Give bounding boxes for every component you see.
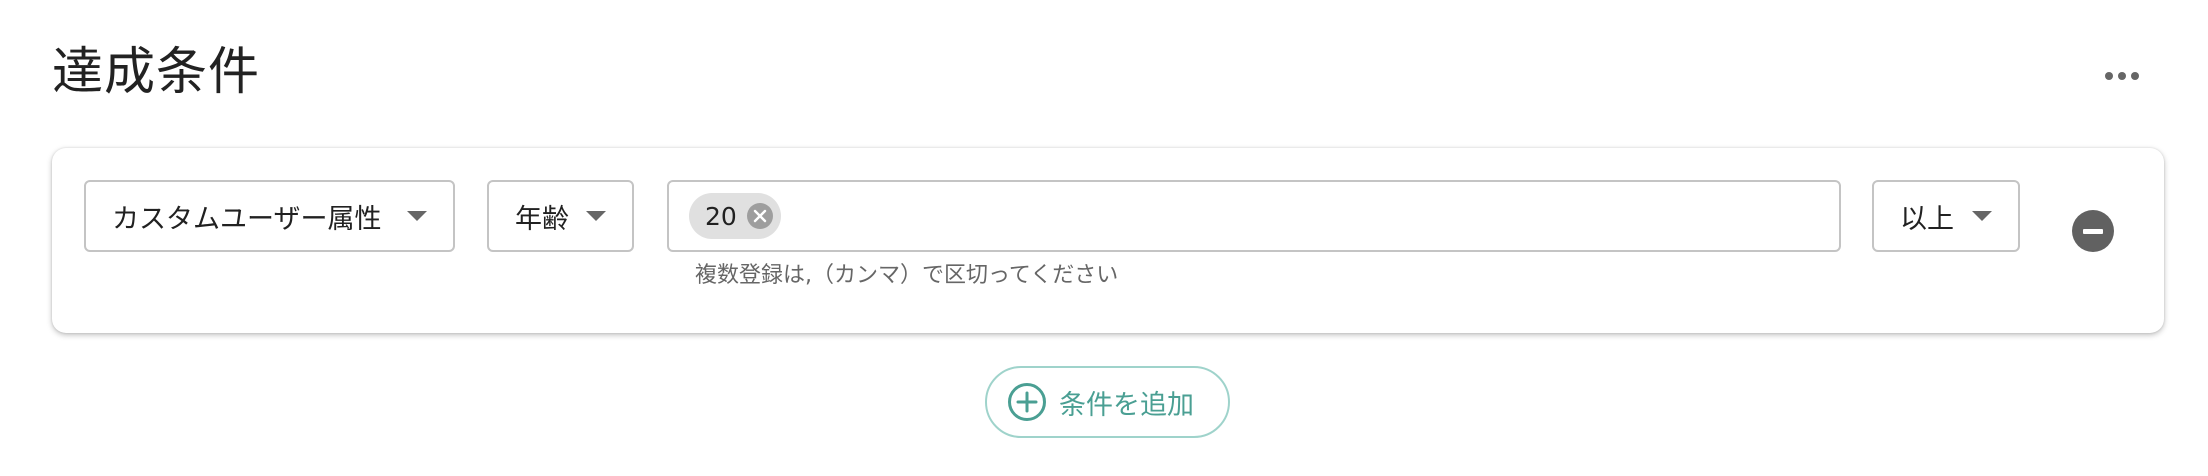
chip-delete-icon[interactable] [746,203,773,229]
operator-select-value: 以上 [1900,203,1954,235]
attribute-select-value: カスタムユーザー属性 [112,203,382,235]
more-horizontal-icon [2105,72,2113,80]
value-chip-input[interactable]: 20 [667,180,1841,252]
more-options-button[interactable] [2098,52,2146,100]
value-chip: 20 [689,193,781,239]
add-circle-outline-icon [1008,383,1046,421]
section-title: 達成条件 [52,43,261,102]
condition-card: カスタムユーザー属性 年齢 20 複数登録は,（カンマ）で区切ってください 以上 [52,148,2164,333]
achievement-conditions-section: 達成条件 カスタムユーザー属性 年齢 20 複数登録は,（カンマ）で区切ってくだ… [0,0,2208,476]
more-dot [2131,72,2139,80]
field-select[interactable]: 年齢 [487,180,634,252]
dropdown-arrow-icon [407,211,427,221]
remove-circle-icon [2083,228,2103,234]
field-select-value: 年齢 [515,203,569,235]
value-helper-text: 複数登録は,（カンマ）で区切ってください [695,263,1119,288]
add-condition-label: 条件を追加 [1059,389,1194,421]
more-dot [2118,72,2126,80]
operator-select[interactable]: 以上 [1872,180,2020,252]
value-chip-label: 20 [705,201,737,231]
dropdown-arrow-icon [586,211,606,221]
attribute-select[interactable]: カスタムユーザー属性 [84,180,455,252]
add-condition-button[interactable]: 条件を追加 [985,366,1230,438]
remove-condition-button[interactable] [2072,210,2114,252]
dropdown-arrow-icon [1972,211,1992,221]
